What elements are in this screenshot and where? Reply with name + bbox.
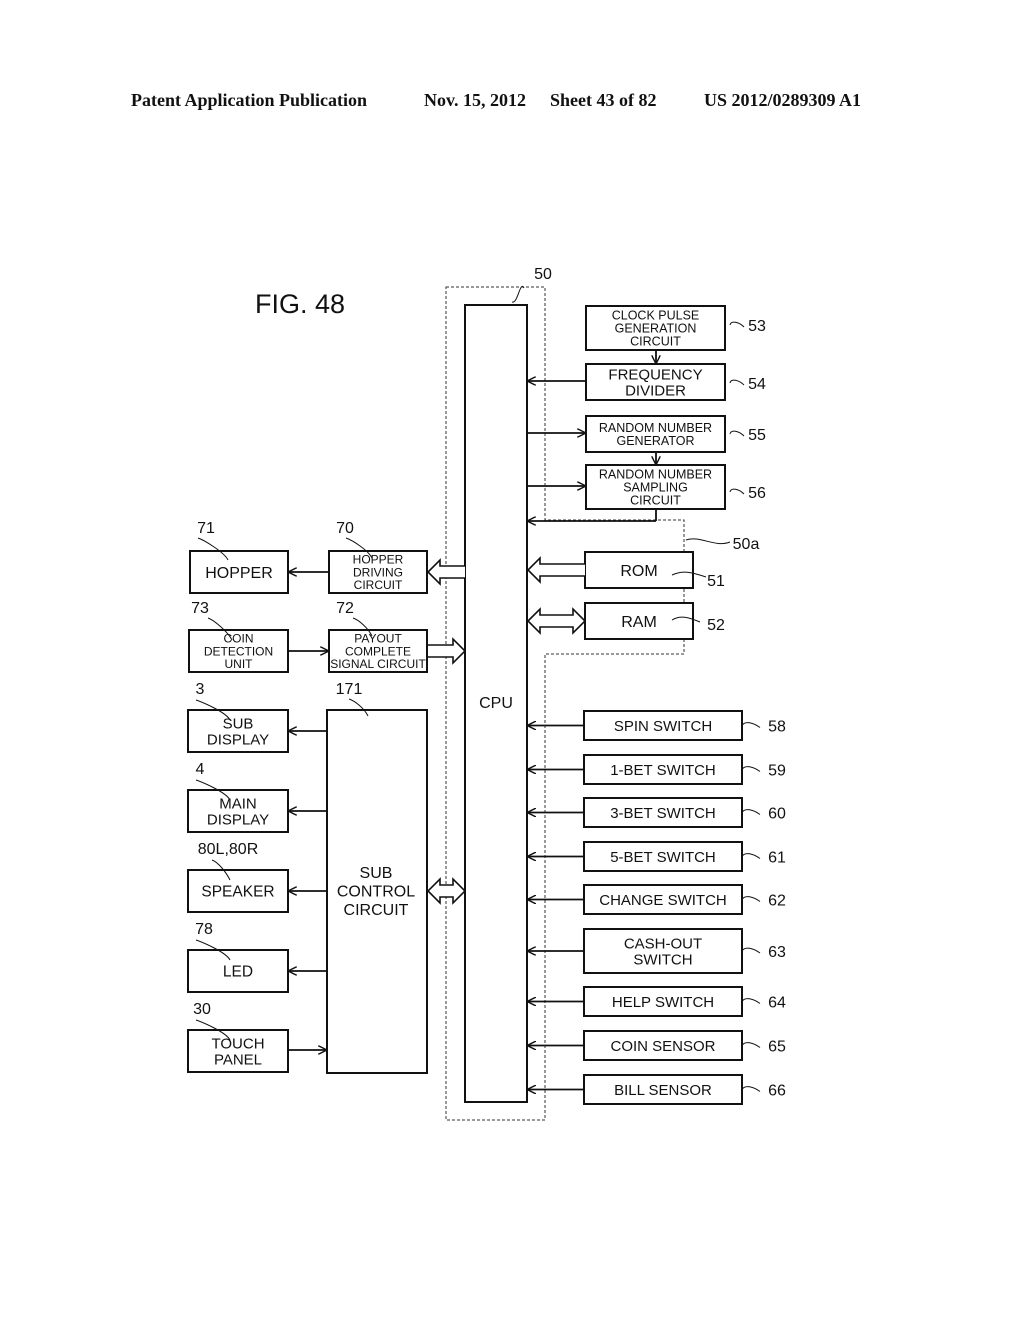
coin-detection-unit-label: UNIT <box>225 657 254 671</box>
input-63-label: CASH-OUT <box>624 936 702 953</box>
ref-59: 59 <box>768 763 786 780</box>
peripheral-4-label: PANEL <box>214 1051 262 1068</box>
leader-50 <box>511 285 525 303</box>
random-number-sampling-circuit-label: SAMPLING <box>623 481 688 495</box>
sub-control-label: SUB <box>360 865 393 882</box>
clock-pulse-generation-circuit-label: CIRCUIT <box>630 335 681 349</box>
leader-54 <box>729 379 745 386</box>
ref-50: 50 <box>534 266 552 283</box>
ram-block-label: RAM <box>621 614 657 631</box>
ref-64: 64 <box>768 995 786 1012</box>
ref-71: 71 <box>197 520 215 537</box>
ref-58: 58 <box>768 719 786 736</box>
ref-171: 171 <box>336 681 363 698</box>
random-number-generator-label: RANDOM NUMBER <box>599 421 712 435</box>
ref-3: 3 <box>196 681 205 698</box>
block-diagram: FIG. 485050aCPUCLOCK PULSEGENERATIONCIRC… <box>187 266 786 1121</box>
peripheral-2-label: SPEAKER <box>201 884 274 901</box>
leader-58 <box>741 722 761 728</box>
peripheral-3-label: LED <box>223 964 253 981</box>
ref-53: 53 <box>748 318 766 335</box>
ref-80L80R: 80L,80R <box>198 841 259 858</box>
input-62-label: CHANGE SWITCH <box>599 892 727 909</box>
input-66-label: BILL SENSOR <box>614 1082 712 1099</box>
frequency-divider-label: DIVIDER <box>625 382 686 399</box>
sub-control-label: CIRCUIT <box>344 902 409 919</box>
input-65-label: COIN SENSOR <box>610 1038 715 1055</box>
leader-59 <box>741 766 761 772</box>
ref-78: 78 <box>195 921 213 938</box>
ref-30: 30 <box>193 1001 211 1018</box>
random-number-sampling-circuit-label: CIRCUIT <box>630 494 681 508</box>
leader-50a <box>685 538 731 545</box>
peripheral-1-label: DISPLAY <box>207 811 269 828</box>
ref-73: 73 <box>191 600 209 617</box>
clock-pulse-generation-circuit-label: CLOCK PULSE <box>612 308 700 322</box>
leader-61 <box>741 853 761 859</box>
ref-61: 61 <box>768 850 786 867</box>
leader-62 <box>741 896 761 902</box>
input-58-label: SPIN SWITCH <box>614 718 712 735</box>
peripheral-1-label: MAIN <box>219 796 257 813</box>
rom-block-label: ROM <box>620 563 657 580</box>
random-number-generator-label: GENERATOR <box>616 434 694 448</box>
ref-51: 51 <box>707 573 725 590</box>
leader-60 <box>741 809 761 815</box>
leader-64 <box>741 998 761 1004</box>
ref-50a: 50a <box>733 536 760 553</box>
ref-4: 4 <box>196 761 205 778</box>
random-number-sampling-circuit-label: RANDOM NUMBER <box>599 467 712 481</box>
leader-53 <box>729 321 745 328</box>
ref-55: 55 <box>748 427 766 444</box>
ref-72: 72 <box>336 600 354 617</box>
sub-control-label: CONTROL <box>337 884 415 901</box>
figure-title: FIG. 48 <box>255 289 345 319</box>
payout-complete-signal-circuit-label: SIGNAL CIRCUIT <box>330 657 426 671</box>
leader-65 <box>741 1042 761 1048</box>
leader-56 <box>729 488 745 495</box>
leader-55 <box>729 430 745 437</box>
cpu-label: CPU <box>479 695 513 712</box>
input-63-label: SWITCH <box>633 951 692 968</box>
ref-56: 56 <box>748 485 766 502</box>
clock-pulse-generation-circuit-label: GENERATION <box>615 322 697 336</box>
ref-65: 65 <box>768 1039 786 1056</box>
input-60-label: 3-BET SWITCH <box>610 805 716 822</box>
leader-66 <box>741 1086 761 1092</box>
hopper-block-label: HOPPER <box>205 565 273 582</box>
ref-54: 54 <box>748 376 766 393</box>
bus-ram-cpu <box>526 607 587 635</box>
peripheral-4-label: TOUCH <box>211 1036 264 1053</box>
ref-70: 70 <box>336 520 354 537</box>
ref-52: 52 <box>707 617 725 634</box>
bus-rom-cpu <box>526 556 585 584</box>
ref-62: 62 <box>768 893 786 910</box>
ref-63: 63 <box>768 944 786 961</box>
peripheral-0-label: SUB <box>223 716 254 733</box>
input-64-label: HELP SWITCH <box>612 994 714 1011</box>
ref-66: 66 <box>768 1083 786 1100</box>
leader-63 <box>741 947 761 954</box>
frequency-divider-label: FREQUENCY <box>608 367 702 384</box>
peripheral-0-label: DISPLAY <box>207 731 269 748</box>
input-59-label: 1-BET SWITCH <box>610 762 716 779</box>
hopper-driving-circuit-label: CIRCUIT <box>354 578 403 592</box>
ref-60: 60 <box>768 806 786 823</box>
input-61-label: 5-BET SWITCH <box>610 849 716 866</box>
